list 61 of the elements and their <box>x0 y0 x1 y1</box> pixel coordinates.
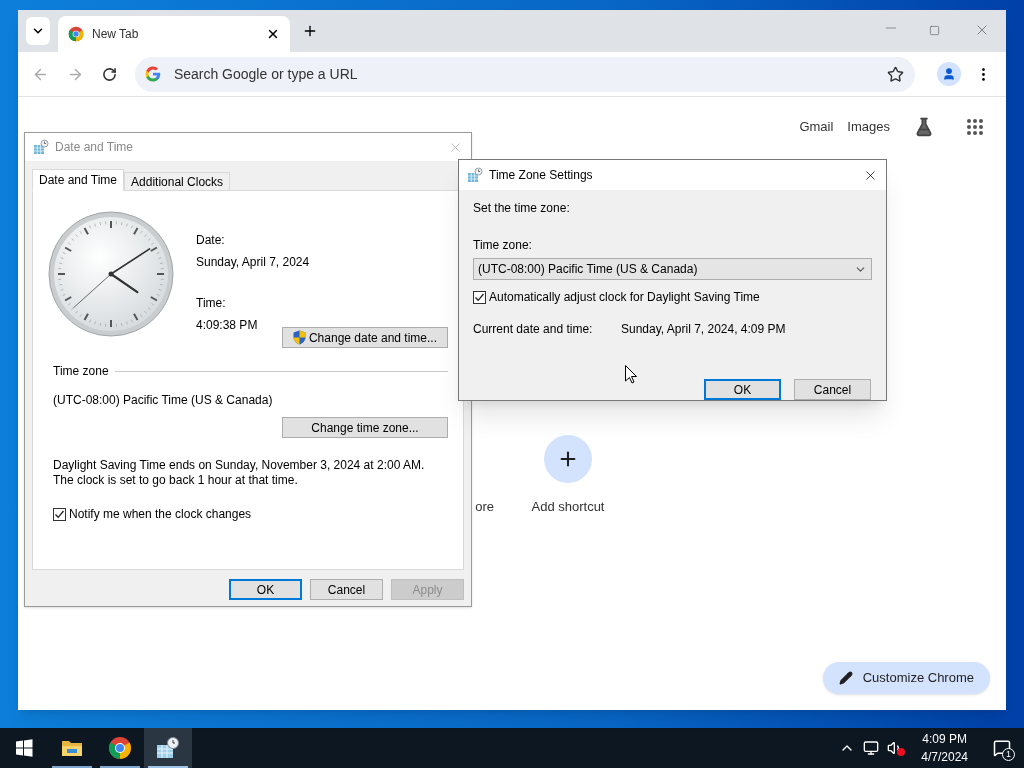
reload-icon[interactable] <box>101 66 117 82</box>
window-title: Time Zone Settings <box>489 167 593 184</box>
field-label: Time zone: <box>473 237 533 254</box>
shortcut-label: Add shortcut <box>531 498 605 516</box>
customize-chrome-button[interactable]: Customize Chrome <box>822 662 990 694</box>
time-value: 4:09:38 PM <box>196 317 259 334</box>
tab-title: New Tab <box>92 26 140 43</box>
current-value: Sunday, April 7, 2024, 4:09 PM <box>621 321 786 338</box>
shortcut-tile[interactable]: Add shortcut <box>512 435 624 517</box>
bookmark-star-icon[interactable] <box>887 65 905 83</box>
section-heading: Time zone <box>53 363 109 380</box>
time-zone-value: (UTC-08:00) Pacific Time (US & Canada) <box>53 392 274 409</box>
checkbox-label: Automatically adjust clock for Daylight Saving Time <box>489 289 760 306</box>
current-label: Current date and time: <box>473 321 594 338</box>
volume-muted-icon[interactable] <box>887 740 906 756</box>
apps-grid-icon[interactable] <box>966 118 984 136</box>
address-bar[interactable]: Search Google or type a URL <box>134 56 916 92</box>
chrome-logo-icon <box>68 26 84 42</box>
change-date-time-button[interactable]: Change date and time... <box>282 327 448 348</box>
dialog-button[interactable]: OK <box>229 579 302 600</box>
pencil-icon <box>838 671 853 685</box>
dialog-button[interactable]: Cancel <box>794 379 871 400</box>
person-icon <box>942 67 957 81</box>
date-label: Date: <box>196 232 226 249</box>
header-link[interactable]: Images <box>847 117 890 137</box>
checkbox-label: Notify me when the clock changes <box>69 506 252 523</box>
calendar-clock-icon <box>156 737 180 759</box>
close-icon[interactable] <box>266 27 280 41</box>
browser-tab[interactable]: New Tab <box>58 16 290 52</box>
network-icon[interactable] <box>863 740 880 756</box>
notification-count: 1 <box>1002 748 1015 761</box>
time-zone-dropdown[interactable]: (UTC-08:00) Pacific Time (US & Canada) <box>473 258 872 280</box>
dst-note: Daylight Saving Time ends on Sunday, November 3, 2024 at 2:00 AM. The clock is set to go back 1 hour at that time. <box>53 458 426 488</box>
date-value: Sunday, April 7, 2024 <box>196 254 310 271</box>
prompt-text: Set the time zone: <box>473 200 571 217</box>
google-g-icon <box>143 65 162 83</box>
checkbox[interactable] <box>53 507 66 521</box>
taskbar-app[interactable] <box>144 728 192 768</box>
shield-icon <box>292 330 306 345</box>
time-label: Time: <box>196 295 227 312</box>
new-tab-icon[interactable] <box>302 23 318 39</box>
flask-icon[interactable] <box>914 117 934 137</box>
chrome-logo-icon <box>108 736 132 760</box>
change-time-zone-button[interactable]: Change time zone... <box>282 417 448 438</box>
taskbar-date: 4/7/2024 <box>921 749 968 766</box>
address-input[interactable]: Search Google or type a URL <box>173 63 876 85</box>
window-title: Date and Time <box>55 139 134 156</box>
notification-icon[interactable] <box>993 739 1011 757</box>
dialog-tab[interactable]: Date and Time <box>32 169 125 191</box>
dialog-button[interactable]: OK <box>704 379 781 400</box>
calendar-clock-icon <box>33 139 49 155</box>
shortcut-label[interactable]: ore <box>475 497 494 517</box>
taskbar-time: 4:09 PM <box>922 731 967 748</box>
dialog-button[interactable]: Cancel <box>310 579 383 600</box>
header-link[interactable]: Gmail <box>799 117 834 137</box>
folder-icon <box>61 738 83 758</box>
calendar-clock-icon <box>467 167 483 183</box>
profile-avatar[interactable] <box>937 62 961 86</box>
tab-search-button[interactable] <box>26 17 50 45</box>
checkbox[interactable] <box>473 290 486 304</box>
mouse-cursor-icon <box>625 365 637 384</box>
